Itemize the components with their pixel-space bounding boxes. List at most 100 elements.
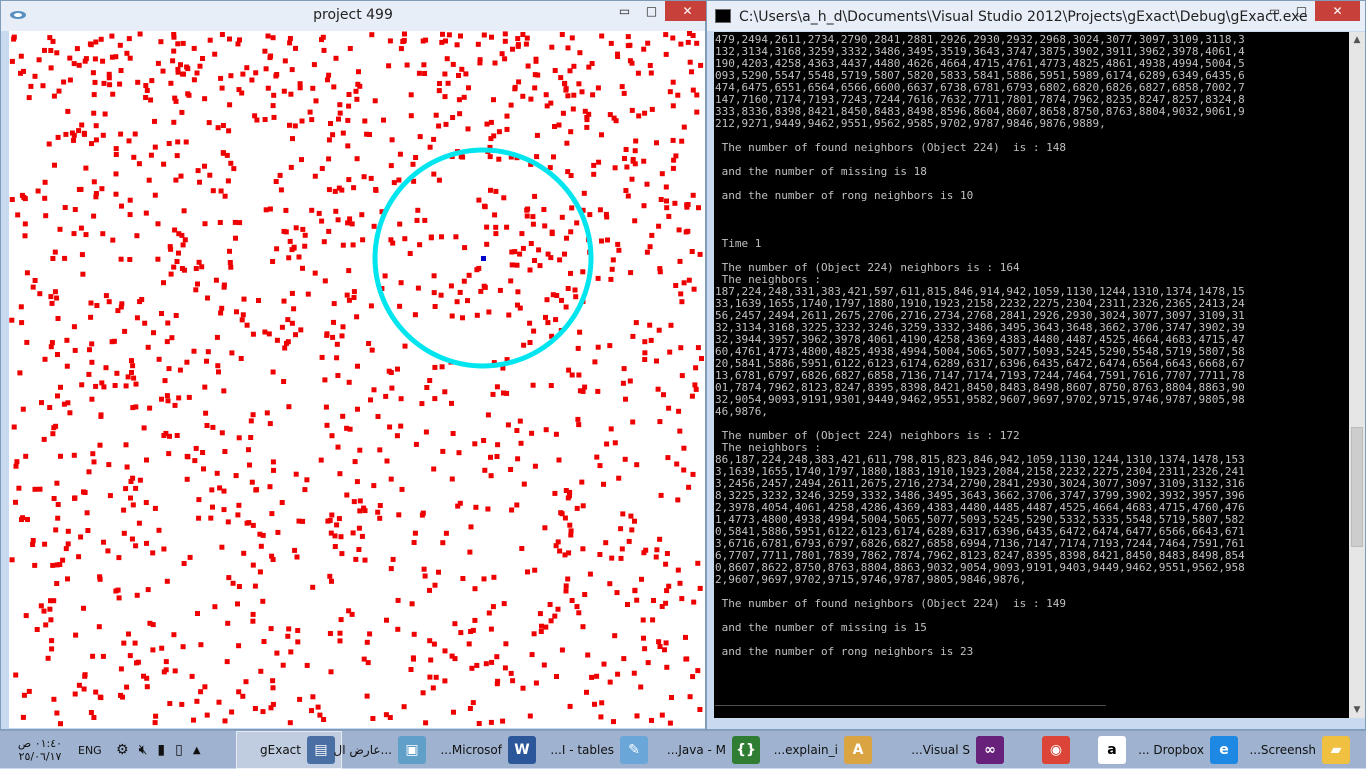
object-point — [235, 601, 240, 607]
taskbar-item[interactable]: ...Screensh ▰ — [1246, 731, 1356, 769]
object-point — [361, 174, 367, 180]
minimize-button[interactable]: ▭ — [611, 1, 638, 21]
taskbar-item[interactable]: ...explain_i A — [768, 731, 878, 769]
maximize-button[interactable]: □ — [1288, 1, 1315, 21]
object-point — [377, 515, 383, 521]
object-point — [233, 235, 238, 241]
minimize-button[interactable]: ▭ — [1261, 1, 1288, 21]
close-button[interactable]: ✕ — [665, 1, 710, 21]
object-point — [622, 156, 627, 161]
taskbar-item[interactable]: ...I - tables ✎ — [544, 731, 654, 769]
object-point — [52, 289, 58, 295]
console-output[interactable]: 479,2494,2611,2734,2790,2841,2881,2926,2… — [714, 32, 1350, 718]
object-point — [466, 272, 472, 278]
object-point — [494, 681, 500, 687]
object-point — [312, 173, 318, 179]
network-share-icon[interactable]: ⚙ — [116, 742, 129, 758]
object-point — [423, 720, 429, 726]
clock[interactable]: ٠١:٤٠ ص ٢٥/٠٦/١٧ — [8, 731, 72, 769]
console-titlebar[interactable]: C:\Users\a_h_d\Documents\Visual Studio 2… — [707, 1, 1365, 31]
volume-muted-icon[interactable]: 🔇︎ — [139, 742, 148, 758]
object-point — [404, 62, 410, 68]
object-point — [227, 102, 233, 108]
object-point — [93, 123, 99, 129]
object-point — [556, 122, 562, 128]
object-point — [417, 242, 423, 248]
object-point — [122, 328, 128, 334]
taskbar-item[interactable]: ... Dropbox e — [1134, 731, 1244, 769]
taskbar-item[interactable]: a — [1078, 731, 1132, 769]
object-point — [336, 116, 341, 122]
object-point — [415, 285, 421, 291]
object-point — [683, 634, 688, 640]
object-point — [553, 317, 559, 323]
object-point — [594, 673, 600, 679]
object-point — [148, 152, 154, 158]
object-point — [194, 698, 200, 704]
object-point — [101, 539, 106, 545]
object-point — [577, 329, 583, 335]
battery-icon[interactable]: ▯ — [175, 742, 183, 758]
object-point — [334, 522, 340, 528]
object-point — [173, 177, 179, 183]
object-point — [176, 250, 181, 256]
close-button[interactable]: ✕ — [1315, 1, 1360, 21]
object-point — [67, 55, 73, 61]
scroll-up-icon[interactable]: ▲ — [1349, 32, 1365, 48]
console-icon — [715, 9, 731, 23]
taskbar-item[interactable]: ...Visual S ∞ — [880, 731, 1010, 769]
object-point — [693, 365, 699, 371]
object-point — [340, 242, 346, 248]
object-point — [541, 207, 547, 212]
object-point — [520, 93, 526, 99]
object-point — [163, 659, 169, 665]
simulation-canvas[interactable] — [9, 31, 705, 728]
object-point — [697, 585, 703, 591]
object-point — [215, 125, 221, 131]
scroll-thumb[interactable] — [1351, 427, 1363, 547]
object-point — [236, 502, 242, 508]
object-point — [48, 48, 54, 53]
object-point — [359, 533, 365, 539]
object-point — [143, 500, 149, 505]
object-point — [240, 71, 246, 77]
object-point — [397, 303, 403, 309]
object-point — [156, 527, 162, 533]
object-point — [226, 575, 232, 581]
vertical-scrollbar[interactable]: ▲ ▼ — [1349, 32, 1365, 718]
maximize-button[interactable]: □ — [638, 1, 665, 21]
object-point — [86, 469, 92, 475]
object-point — [366, 341, 372, 346]
console-window[interactable]: C:\Users\a_h_d\Documents\Visual Studio 2… — [706, 0, 1366, 730]
object-point — [144, 675, 150, 681]
object-point — [595, 344, 601, 350]
object-point — [417, 134, 423, 140]
object-point — [283, 207, 289, 213]
scroll-down-icon[interactable]: ▼ — [1349, 702, 1365, 718]
glut-titlebar[interactable]: project 499 ▭ □ ✕ — [1, 1, 710, 31]
object-point — [627, 378, 633, 384]
object-point — [396, 512, 402, 518]
glut-window[interactable]: project 499 ▭ □ ✕ — [0, 0, 710, 730]
show-hidden-icons-icon[interactable]: ▲ — [193, 745, 201, 756]
object-point — [116, 595, 122, 601]
taskbar-item[interactable]: عارض ال... ▣ — [322, 731, 432, 769]
object-point — [288, 164, 294, 170]
object-point — [368, 303, 374, 309]
object-point — [335, 444, 341, 450]
language-indicator[interactable]: ENG — [78, 731, 102, 769]
object-point — [271, 114, 277, 120]
object-point — [330, 132, 336, 138]
object-point — [340, 324, 346, 330]
taskbar-item[interactable]: ...Java - M {} — [656, 731, 766, 769]
object-point — [118, 131, 124, 137]
object-point — [172, 668, 178, 674]
object-point — [524, 207, 530, 213]
object-point — [591, 171, 597, 177]
object-point — [428, 657, 434, 663]
signal-icon[interactable]: ▮ — [157, 742, 165, 758]
object-point — [468, 524, 474, 530]
taskbar-item[interactable]: ◉ — [1022, 731, 1076, 769]
object-point — [243, 679, 249, 685]
taskbar-item[interactable]: ...Microsof W — [432, 731, 542, 769]
